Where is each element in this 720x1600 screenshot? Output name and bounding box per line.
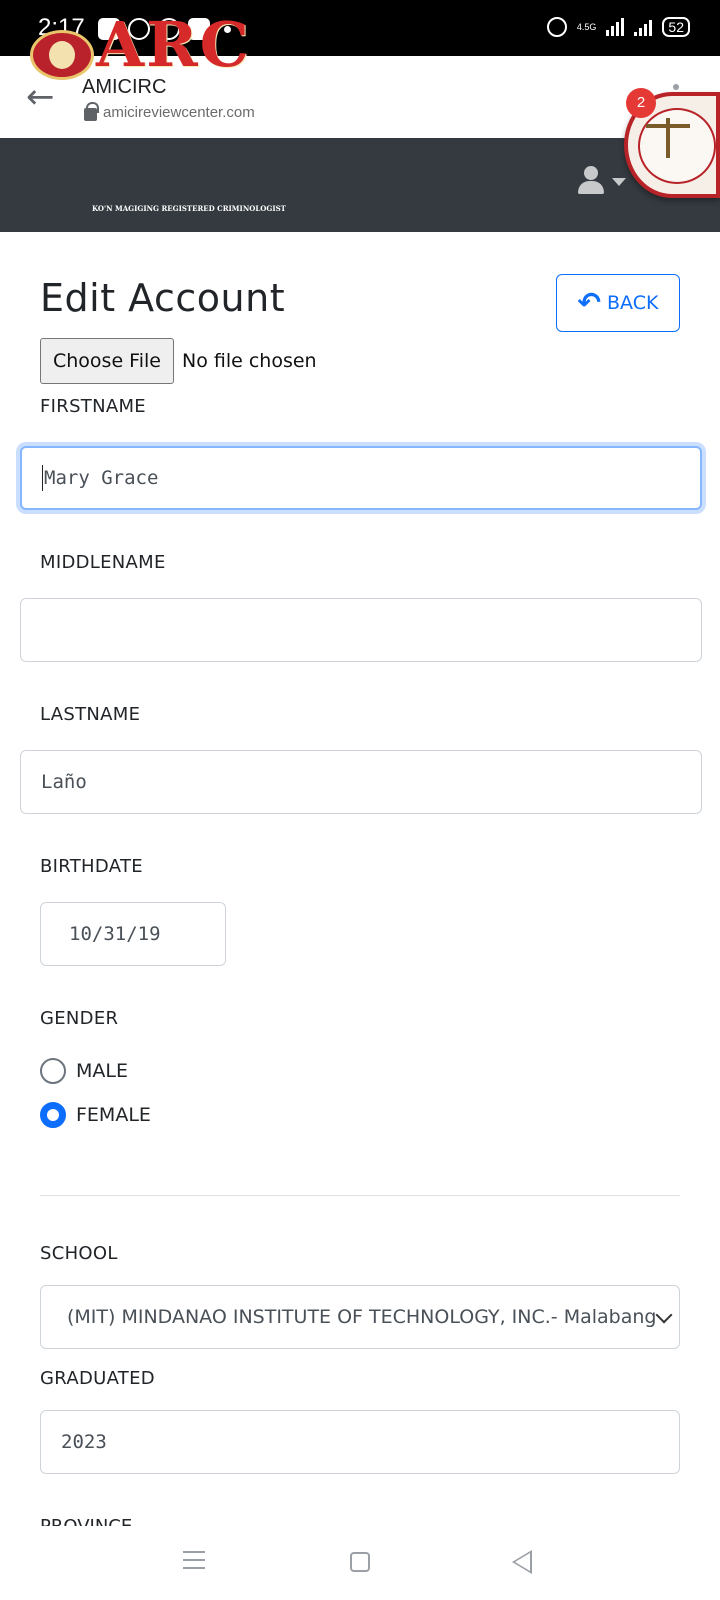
lock-icon <box>84 102 99 121</box>
recent-apps-icon[interactable] <box>183 1551 205 1575</box>
user-icon <box>578 181 604 194</box>
site-logo[interactable]: ARC <box>96 14 251 76</box>
graduated-label: GRADUATED <box>40 1368 155 1389</box>
school-select[interactable]: (MIT) MINDANAO INSTITUTE OF TECHNOLOGY, … <box>40 1285 680 1349</box>
radio-male[interactable] <box>40 1058 66 1084</box>
network-type-label: 4.5G <box>576 21 597 32</box>
logo-tagline: KO'N MAGIGING REGISTERED CRIMINOLOGIST <box>92 204 286 213</box>
lastname-field[interactable]: Laño <box>20 750 702 814</box>
system-status-icons: 4.5G 52 <box>546 17 690 37</box>
back-button-label: BACK <box>607 292 659 314</box>
user-menu-toggle[interactable] <box>576 166 630 196</box>
url-display[interactable]: amicireviewcenter.com <box>84 102 255 121</box>
text-cursor <box>42 465 43 491</box>
school-selected-value: (MIT) MINDANAO INSTITUTE OF TECHNOLOGY, … <box>67 1306 657 1328</box>
birthdate-value: 10/31/19 <box>69 923 161 945</box>
radio-label-male: MALE <box>76 1060 128 1082</box>
graduated-field[interactable]: 2023 <box>40 1410 680 1474</box>
firstname-field[interactable]: Mary Grace <box>20 446 702 510</box>
file-input[interactable]: Choose File No file chosen <box>40 338 317 384</box>
browser-back-arrow-icon[interactable]: ← <box>26 80 55 114</box>
lastname-value: Laño <box>41 771 87 793</box>
page-title: Edit Account <box>40 276 286 320</box>
birthdate-field[interactable]: 10/31/19 <box>40 902 226 966</box>
user-icon <box>584 166 598 180</box>
chat-indicator-dot-icon <box>673 84 679 90</box>
graduated-value: 2023 <box>61 1431 107 1453</box>
signal-icon <box>606 18 625 36</box>
firstname-label: FIRSTNAME <box>40 396 146 417</box>
reply-arrow-icon: ↶ <box>577 286 602 319</box>
system-back-icon[interactable] <box>512 1550 532 1574</box>
signal-icon <box>634 18 653 36</box>
school-label: SCHOOL <box>40 1243 118 1264</box>
home-icon[interactable] <box>350 1552 370 1572</box>
middlename-field[interactable] <box>20 598 702 662</box>
back-button[interactable]: ↶ BACK <box>556 274 680 332</box>
file-status-text: No file chosen <box>181 350 317 372</box>
battery-icon: 52 <box>662 17 690 37</box>
birthdate-label: BIRTHDATE <box>40 856 143 877</box>
radio-label-female: FEMALE <box>76 1104 151 1126</box>
gender-option-female[interactable]: FEMALE <box>40 1102 151 1128</box>
province-label: PROVINCE <box>40 1518 132 1526</box>
logo-seal-icon[interactable] <box>30 30 94 80</box>
firstname-value: Mary Grace <box>44 467 159 489</box>
scale-icon <box>666 118 670 158</box>
alarm-icon <box>546 17 567 37</box>
url-text: amicireviewcenter.com <box>103 104 255 121</box>
choose-file-button[interactable]: Choose File <box>40 338 174 384</box>
lastname-label: LASTNAME <box>40 704 141 725</box>
section-divider <box>40 1195 680 1196</box>
seal-logo-icon <box>638 108 716 184</box>
chat-badge-count: 2 <box>626 88 656 118</box>
middlename-label: MIDDLENAME <box>40 552 166 573</box>
gender-option-male[interactable]: MALE <box>40 1058 128 1084</box>
radio-female[interactable] <box>40 1102 66 1128</box>
chevron-down-icon <box>612 178 626 186</box>
gender-label: GENDER <box>40 1008 119 1029</box>
